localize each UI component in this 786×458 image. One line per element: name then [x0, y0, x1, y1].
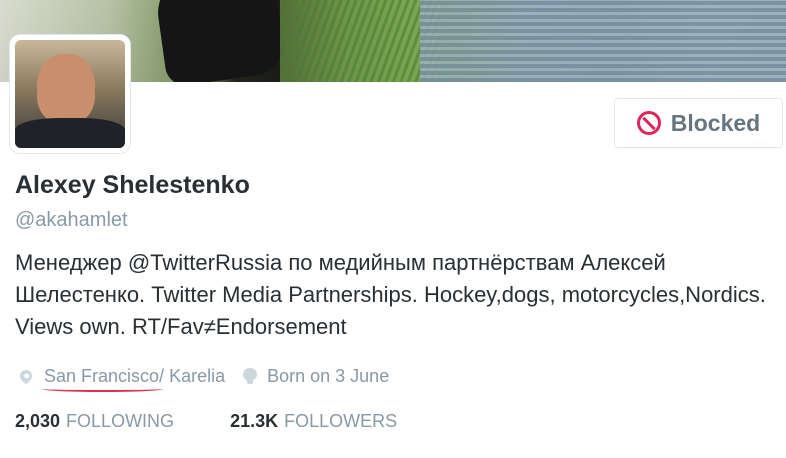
location-annotation-underline: [42, 386, 164, 392]
blocked-button-label: Blocked: [670, 109, 761, 136]
location-rest: / Karelia: [159, 365, 226, 386]
avatar-frame[interactable]: [10, 35, 130, 153]
banner-dog-shape: [152, 0, 288, 82]
banner-water-shape: [420, 0, 786, 82]
location-link[interactable]: San Francisco: [42, 365, 164, 392]
location-primary: San Francisco: [44, 365, 160, 386]
following-stat[interactable]: 2,030 FOLLOWING: [15, 411, 174, 432]
avatar-face: [37, 54, 95, 124]
avatar-shirt: [15, 118, 125, 148]
birthday-text: Born on 3 June: [267, 365, 390, 386]
block-icon: [636, 111, 661, 135]
followers-stat[interactable]: 21.3K FOLLOWERS: [230, 411, 397, 432]
profile-name: Alexey Shelestenko: [15, 171, 250, 199]
profile-handle: @akahamlet: [15, 209, 128, 231]
avatar[interactable]: [15, 40, 125, 148]
following-label: FOLLOWING: [66, 411, 175, 431]
following-count: 2,030: [15, 411, 61, 431]
blocked-button[interactable]: Blocked: [614, 98, 783, 148]
banner-grass-shape: [280, 0, 440, 82]
location-pin-icon: [17, 367, 35, 385]
followers-count: 21.3K: [230, 411, 279, 431]
birthday-balloon-icon: [243, 368, 258, 384]
profile-bio: Менеджер @TwitterRussia по медийным парт…: [15, 250, 766, 339]
profile-stats: 2,030 FOLLOWING 21.3K FOLLOWERS: [15, 411, 397, 432]
followers-label: FOLLOWERS: [284, 411, 398, 431]
profile-meta: San Francisco / Karelia Born on 3 June: [16, 364, 390, 392]
